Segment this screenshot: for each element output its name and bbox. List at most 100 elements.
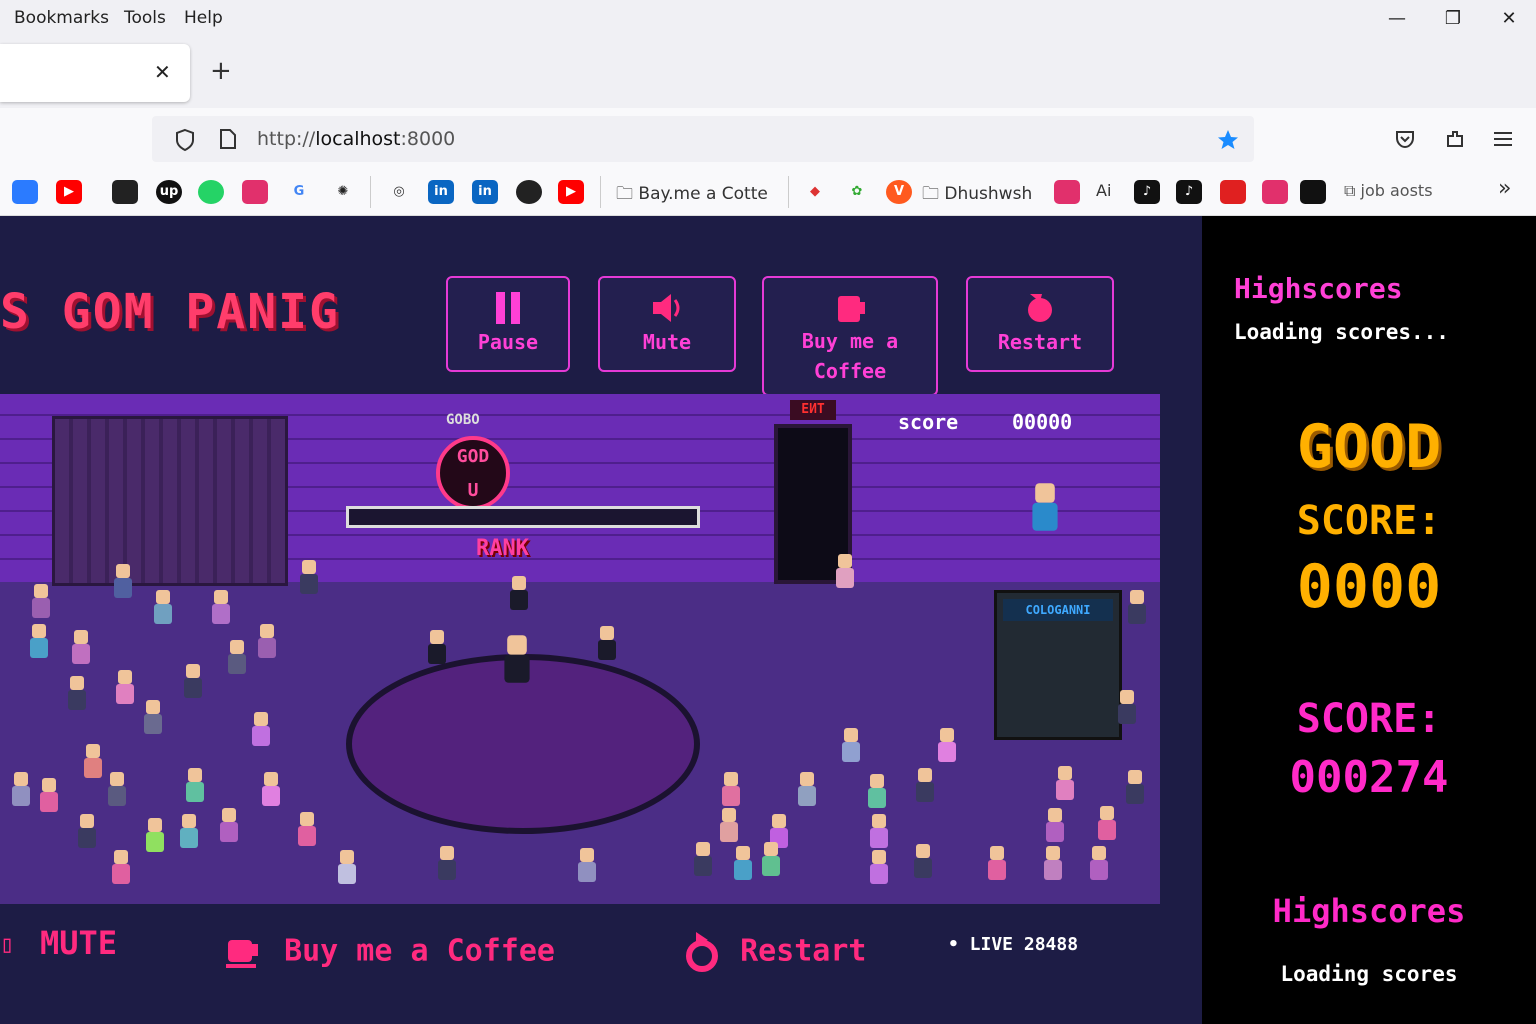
more-bookmarks-icon[interactable]: » <box>1498 176 1511 201</box>
mute-label: Mute <box>642 330 692 354</box>
highscores-panel: Highscores Loading scores... GOOD SCORE:… <box>1202 216 1536 1024</box>
url-text[interactable]: http://localhost:8000 <box>257 128 455 150</box>
bottom-mute-button[interactable]: MUTE <box>40 924 117 962</box>
crowd-person <box>142 700 164 734</box>
crowd-person <box>868 850 890 884</box>
rating-label: GOOD <box>1296 412 1442 482</box>
game-title: S GOM PANIG <box>0 284 340 340</box>
crowd-person <box>226 640 248 674</box>
crowd-person <box>296 812 318 846</box>
buy-coffee-button[interactable]: Buy me a Coffee <box>762 276 938 396</box>
tab-bar: ✕ + <box>0 40 1536 108</box>
whatsapp-icon[interactable] <box>198 180 224 204</box>
tiktok-icon-2[interactable]: ♪ <box>1176 180 1202 204</box>
crowd-person <box>178 814 200 848</box>
extensions-icon[interactable] <box>1444 128 1466 150</box>
rank-label: RANK <box>476 536 529 561</box>
spy-icon[interactable] <box>112 180 138 204</box>
crowd-person <box>210 590 232 624</box>
bottom-icon-partial: ▯ <box>0 930 15 958</box>
crowd-person <box>70 630 92 664</box>
github-icon[interactable] <box>516 180 542 204</box>
concert-scene: EИT GOBO GOD U RANK score 00000 COLOGANN… <box>0 394 1160 904</box>
in-game-score-label: score <box>898 410 959 434</box>
new-tab-button[interactable]: + <box>210 58 232 84</box>
shield-icon[interactable] <box>174 128 196 152</box>
crowd-person <box>576 848 598 882</box>
bookmark-1-icon[interactable] <box>12 180 38 204</box>
bottom-coffee-label: Buy me a Coffee <box>284 933 555 969</box>
crowd-person <box>298 560 320 594</box>
address-bar[interactable]: http://localhost:8000 <box>152 116 1254 162</box>
bookmark-app-icon[interactable] <box>1300 180 1326 204</box>
crowd-person <box>38 778 60 812</box>
crowd-person <box>336 850 358 884</box>
menu-bookmarks[interactable]: Bookmarks <box>14 8 109 28</box>
mute-button[interactable]: Mute <box>598 276 736 372</box>
pause-button[interactable]: Pause <box>446 276 570 372</box>
crowd-person <box>760 842 782 876</box>
crowd-person <box>10 772 32 806</box>
minimize-button[interactable]: — <box>1382 8 1412 34</box>
bookmarks-bar: ▶ up G ✺ ◎ in in ▶ 🗀 Bay.me a Cotte ◆ ✿ … <box>0 168 1536 216</box>
crowd-person <box>1124 770 1146 804</box>
crowd-person <box>144 818 166 852</box>
crowd-person <box>30 584 52 618</box>
in-game-score-value: 00000 <box>1012 410 1073 434</box>
current-score-value: 000274 <box>1289 752 1449 803</box>
crowd-person <box>106 772 128 806</box>
plant-icon[interactable]: ✿ <box>844 180 870 204</box>
app-icon[interactable] <box>1220 180 1246 204</box>
restart-button[interactable]: Restart <box>966 276 1114 372</box>
crowd-person <box>840 728 862 762</box>
tiktok-icon[interactable]: ♪ <box>1134 180 1160 204</box>
colorful-icon[interactable]: ◆ <box>802 180 828 204</box>
crowd-person <box>1054 766 1076 800</box>
highscores-loading: Loading scores... <box>1234 320 1449 344</box>
crowd-person <box>1126 590 1148 624</box>
instagram-icon-3[interactable] <box>1262 180 1288 204</box>
active-tab[interactable]: ✕ <box>0 44 190 102</box>
maximize-button[interactable]: ❐ <box>1438 8 1468 34</box>
linkedin-icon[interactable]: in <box>428 180 454 204</box>
menu-help[interactable]: Help <box>184 8 223 28</box>
upwork-icon[interactable]: up <box>156 180 182 204</box>
crowd-person <box>256 624 278 658</box>
close-window-button[interactable]: ✕ <box>1494 8 1524 34</box>
camera-operator <box>1030 483 1061 531</box>
band-member-singer <box>502 635 533 683</box>
pocket-icon[interactable] <box>1394 128 1416 150</box>
crowd-person <box>110 850 132 884</box>
instagram-icon-2[interactable] <box>1054 180 1080 204</box>
globe-icon[interactable]: ◎ <box>386 180 412 204</box>
menu-hamburger-icon[interactable] <box>1492 130 1514 148</box>
linkedin-icon-2[interactable]: in <box>472 180 498 204</box>
band-member-drummer <box>508 576 530 610</box>
restart-label: Restart <box>997 330 1083 354</box>
bookmark-folder-1[interactable]: 🗀 Bay.me a Cotte <box>616 181 768 210</box>
speaker-icon <box>653 294 680 322</box>
bar-sign: COLOGANNI <box>1003 599 1113 621</box>
ai-bookmark[interactable]: Ai <box>1096 181 1111 200</box>
google-icon[interactable]: G <box>286 180 312 204</box>
bookmark-folder-2[interactable]: 🗀 Dhushwsh <box>922 181 1032 210</box>
youtube-icon-2[interactable]: ▶ <box>558 180 584 204</box>
crowd-person <box>986 846 1008 880</box>
tab-close-icon[interactable]: ✕ <box>154 60 171 84</box>
game-canvas[interactable]: S GOM PANIG Pause Mute Buy me a Coffee R… <box>0 216 1202 1024</box>
page-info-icon[interactable] <box>218 128 238 150</box>
bookmark-folder-3[interactable]: ⧉ job aosts <box>1344 181 1433 201</box>
menu-tools[interactable]: Tools <box>124 8 166 28</box>
band-logo-sign: GOD U <box>436 436 510 510</box>
openai-icon[interactable]: ✺ <box>330 180 356 204</box>
crowd-person <box>720 772 742 806</box>
crowd-person <box>82 744 104 778</box>
bookmark-star-icon[interactable] <box>1216 128 1240 152</box>
crowd-person <box>1096 806 1118 840</box>
vivaldi-icon[interactable]: V <box>886 180 912 204</box>
bottom-restart-button[interactable]: Restart <box>682 930 867 974</box>
bottom-buy-coffee-button[interactable]: Buy me a Coffee <box>222 930 555 974</box>
restart-icon <box>1028 294 1052 322</box>
youtube-icon[interactable]: ▶ <box>56 180 82 204</box>
instagram-icon[interactable] <box>242 180 268 204</box>
